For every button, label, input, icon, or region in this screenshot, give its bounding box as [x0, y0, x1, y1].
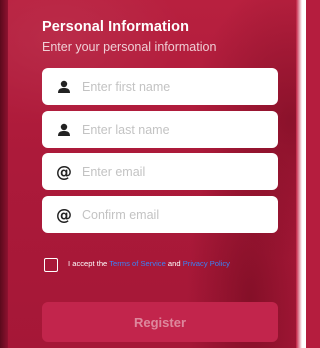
terms-of-service-link[interactable]: Terms of Service	[109, 259, 166, 268]
confirm-email-field[interactable]: @	[42, 196, 278, 233]
privacy-policy-link[interactable]: Privacy Policy	[183, 259, 230, 268]
first-name-field[interactable]	[42, 68, 278, 105]
at-icon: @	[56, 204, 72, 224]
confirm-email-input[interactable]	[80, 198, 274, 231]
at-icon: @	[56, 161, 72, 181]
email-field[interactable]: @	[42, 153, 278, 190]
terms-prefix: I accept the	[68, 259, 108, 268]
last-name-input[interactable]	[80, 113, 274, 146]
terms-checkbox[interactable]	[44, 258, 58, 272]
first-name-input[interactable]	[80, 70, 274, 103]
last-name-field[interactable]	[42, 111, 278, 148]
terms-label: I accept the Terms of Service and Privac…	[68, 259, 230, 268]
email-input[interactable]	[80, 155, 274, 188]
page-subtitle: Enter your personal information	[42, 40, 217, 54]
terms-and: and	[167, 259, 181, 268]
user-icon	[54, 120, 74, 140]
registration-form: Personal Information Enter your personal…	[0, 0, 306, 348]
register-button[interactable]: Register	[42, 302, 278, 342]
page-title: Personal Information	[42, 19, 190, 35]
user-icon	[54, 77, 74, 97]
